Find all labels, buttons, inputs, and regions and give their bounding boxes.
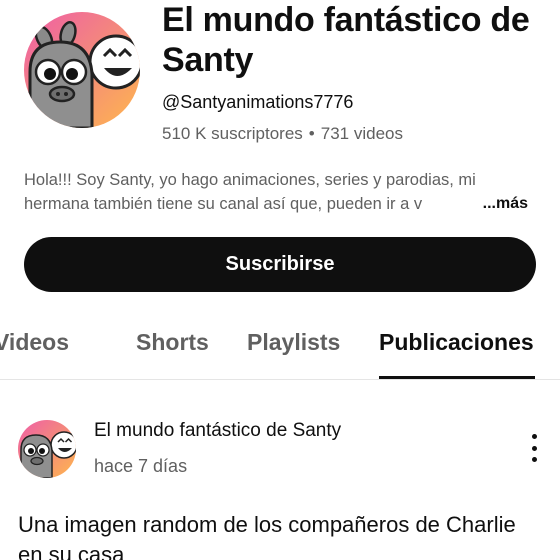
video-count: 731 videos: [320, 124, 403, 143]
subscriber-count: 510 K suscriptores: [162, 124, 303, 143]
kebab-dot: [531, 457, 537, 462]
tab-playlists[interactable]: Playlists: [247, 329, 340, 356]
tab-shorts[interactable]: Shorts: [136, 329, 209, 356]
post-avatar-image: [18, 420, 76, 478]
post-author-avatar[interactable]: [18, 420, 76, 478]
channel-avatar-image: [24, 12, 140, 128]
description-line-2: hermana también tiene su canal así que, …: [24, 192, 534, 216]
subscribe-button[interactable]: Suscribirse: [24, 237, 536, 292]
channel-handle: @Santyanimations7776: [162, 92, 354, 112]
stats-separator: •: [308, 124, 315, 143]
more-link[interactable]: ...más: [480, 192, 528, 216]
channel-description[interactable]: Hola!!! Soy Santy, yo hago animaciones, …: [24, 168, 534, 216]
post-author-name[interactable]: El mundo fantástico de Santy: [94, 420, 341, 442]
active-tab-indicator: [379, 376, 535, 379]
post-text: Una imagen random de los compañeros de C…: [18, 512, 516, 560]
tab-videos[interactable]: Videos: [0, 329, 69, 356]
channel-avatar[interactable]: [24, 12, 140, 128]
channel-tabs: Videos Shorts Playlists Publicaciones: [0, 312, 560, 380]
description-line-1: Hola!!! Soy Santy, yo hago animaciones, …: [24, 171, 476, 189]
channel-stats: 510 K suscriptores • 731 videos: [162, 124, 403, 144]
post-timestamp: hace 7 días: [94, 456, 188, 476]
tab-publicaciones[interactable]: Publicaciones: [379, 329, 534, 356]
kebab-dot: [531, 434, 537, 439]
kebab-dot: [531, 445, 537, 451]
channel-name: El mundo fantástico de Santy: [162, 1, 530, 79]
more-options-icon[interactable]: [522, 432, 546, 464]
